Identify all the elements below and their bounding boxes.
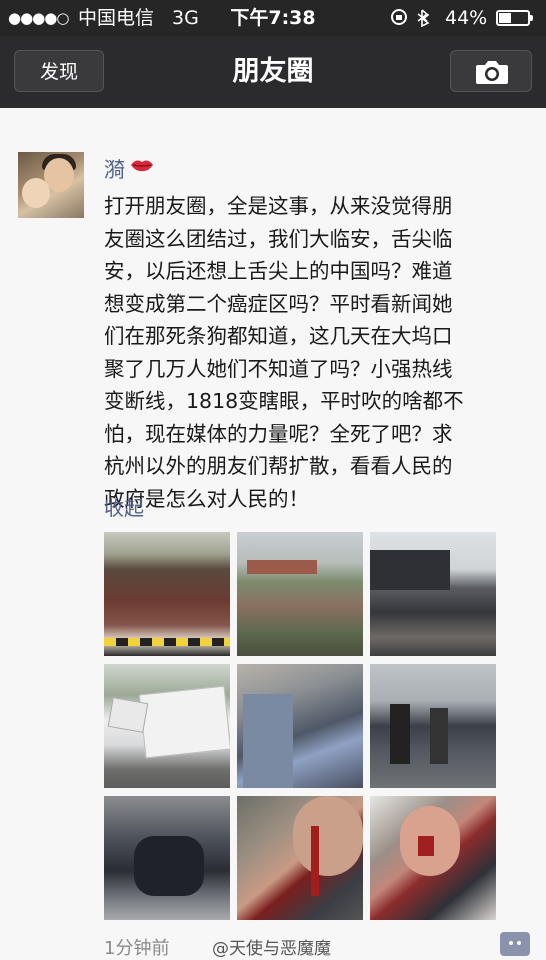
lips-emoji-icon bbox=[131, 160, 153, 172]
moments-post: 漪 打开朋友圈，全是这事，从来没觉得朋 友圈这么团结过，我们大临安，舌尖临 安，… bbox=[0, 108, 546, 960]
navigation-bar: 发现 朋友圈 bbox=[0, 36, 546, 108]
battery-percentage: 44% bbox=[445, 7, 488, 29]
post-text: 打开朋友圈，全是这事，从来没觉得朋 友圈这么团结过，我们大临安，舌尖临 安，以后… bbox=[104, 194, 464, 511]
post-photo-police-scuffle[interactable] bbox=[370, 664, 496, 788]
watermark-text: @天使与恶魔魔 bbox=[212, 939, 331, 959]
post-photo-crowd-street[interactable] bbox=[104, 532, 230, 656]
battery-icon bbox=[496, 10, 533, 26]
post-photo-overturned-vehicles[interactable] bbox=[104, 664, 230, 788]
post-photo-bleeding-head[interactable] bbox=[237, 796, 363, 920]
collapse-link[interactable]: 收起 bbox=[104, 492, 144, 521]
comment-icon[interactable] bbox=[500, 932, 530, 956]
post-photo-injured-person[interactable] bbox=[237, 664, 363, 788]
camera-icon bbox=[476, 61, 508, 84]
status-bar: ●●●●○ 中国电信 3G 下午7:38 44% bbox=[0, 0, 546, 36]
lock-rotation-bluetooth-icons bbox=[390, 0, 434, 36]
post-author-name[interactable]: 漪 bbox=[104, 154, 125, 184]
camera-button[interactable] bbox=[450, 50, 532, 92]
post-timestamp: 1分钟前 bbox=[104, 938, 170, 959]
post-photo-crowd-building[interactable] bbox=[237, 532, 363, 656]
post-photo-injured-man[interactable] bbox=[370, 796, 496, 920]
avatar[interactable] bbox=[18, 152, 84, 218]
post-photo-police-detain[interactable] bbox=[104, 796, 230, 920]
post-photo-bus-crowd[interactable] bbox=[370, 532, 496, 656]
battery-level-fill bbox=[499, 13, 511, 23]
